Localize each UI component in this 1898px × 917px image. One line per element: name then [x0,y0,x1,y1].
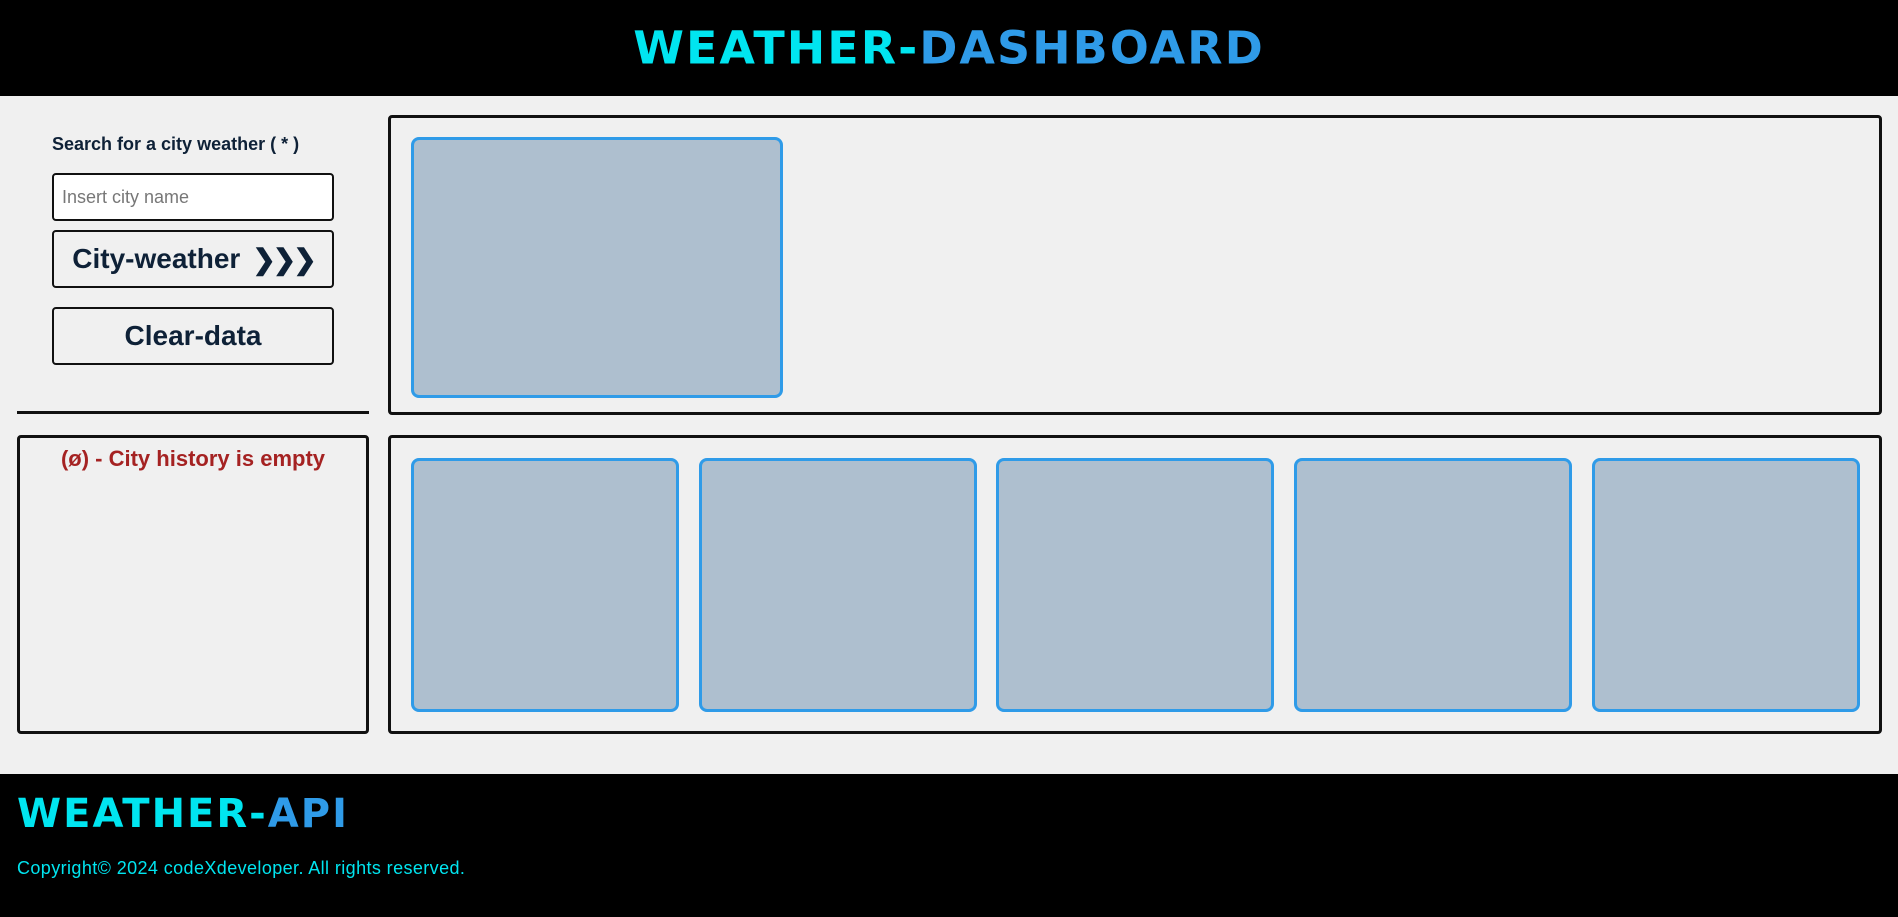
current-weather-card [411,137,783,398]
forecast-card [411,458,679,712]
clear-data-button[interactable]: Clear-data [52,307,334,365]
search-label: Search for a city weather ( * ) [52,134,300,154]
forecast-card [699,458,977,712]
history-empty-message: (ø) - City history is empty [60,446,326,471]
site-title-part2: DASHBOARD [919,21,1265,75]
page: WEATHER- DASHBOARD Search for a city wea… [0,0,1898,917]
forecast-card [996,458,1274,712]
clear-data-button-label: Clear-data [124,320,262,351]
triple-chevron-right-icon: ❯❯❯ [252,243,316,275]
current-weather-panel [388,115,1882,415]
forecast-panel [388,435,1882,734]
forecast-card [1592,458,1860,712]
forecast-card [1294,458,1572,712]
footer-brand-part1: WEATHER- [17,791,268,837]
site-header: WEATHER- DASHBOARD [0,0,1898,96]
footer-brand: WEATHER- API [17,794,349,834]
city-weather-button[interactable]: City-weather ❯❯❯ [52,230,334,288]
sidebar-divider [17,411,369,414]
site-title-part1: WEATHER- [633,21,920,75]
site-title: WEATHER- DASHBOARD [633,25,1265,70]
city-weather-button-label: City-weather [72,243,241,274]
city-history-panel: (ø) - City history is empty [17,435,369,734]
copyright-text: Copyright© 2024 codeXdeveloper. All righ… [17,858,466,878]
footer-brand-part2: API [267,791,349,837]
city-search-input[interactable] [52,173,334,221]
site-footer: WEATHER- API Copyright© 2024 codeXdevelo… [0,774,1898,917]
